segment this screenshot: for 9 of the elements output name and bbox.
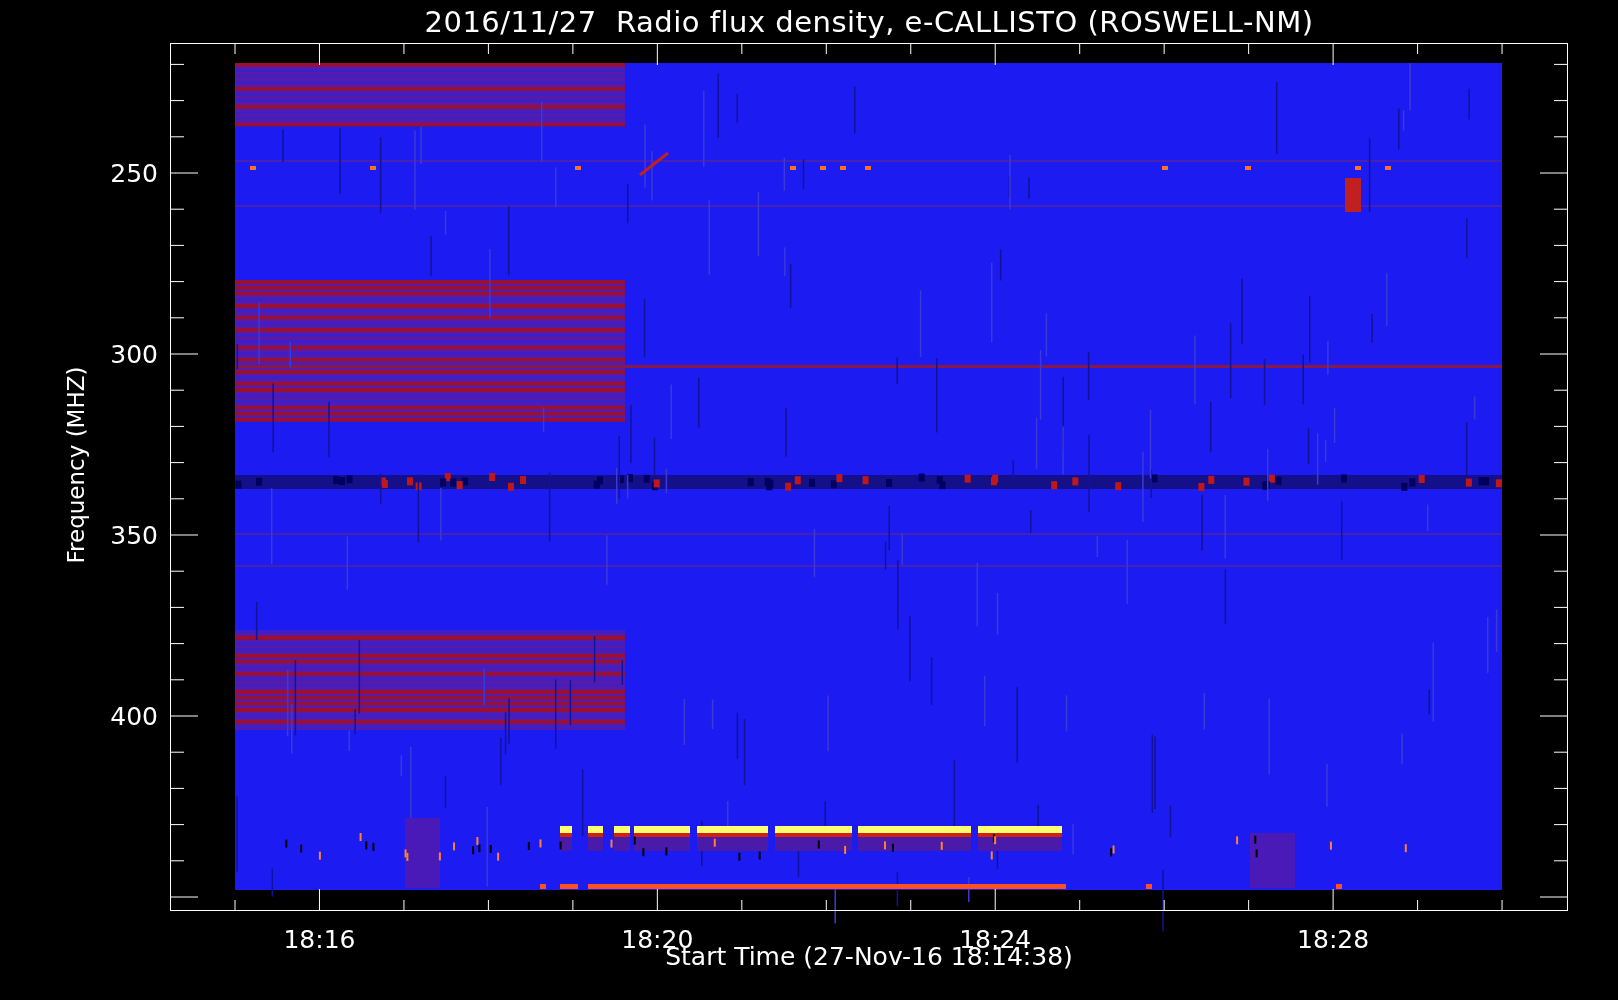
y-tick-label: 400	[110, 702, 158, 731]
y-axis-label: Frequency (MHZ)	[63, 366, 89, 564]
y-tick-label: 300	[110, 340, 158, 369]
x-tick-label: 18:24	[959, 925, 1032, 948]
x-tick-label: 18:16	[283, 925, 356, 948]
y-tick-label: 350	[110, 521, 158, 550]
y-tick-label: 250	[110, 159, 158, 188]
plot-title: 2016/11/27 Radio flux density, e-CALLISTO (ROSWELL-NM)	[424, 4, 1314, 39]
x-tick-label: 18:28	[1297, 925, 1370, 948]
